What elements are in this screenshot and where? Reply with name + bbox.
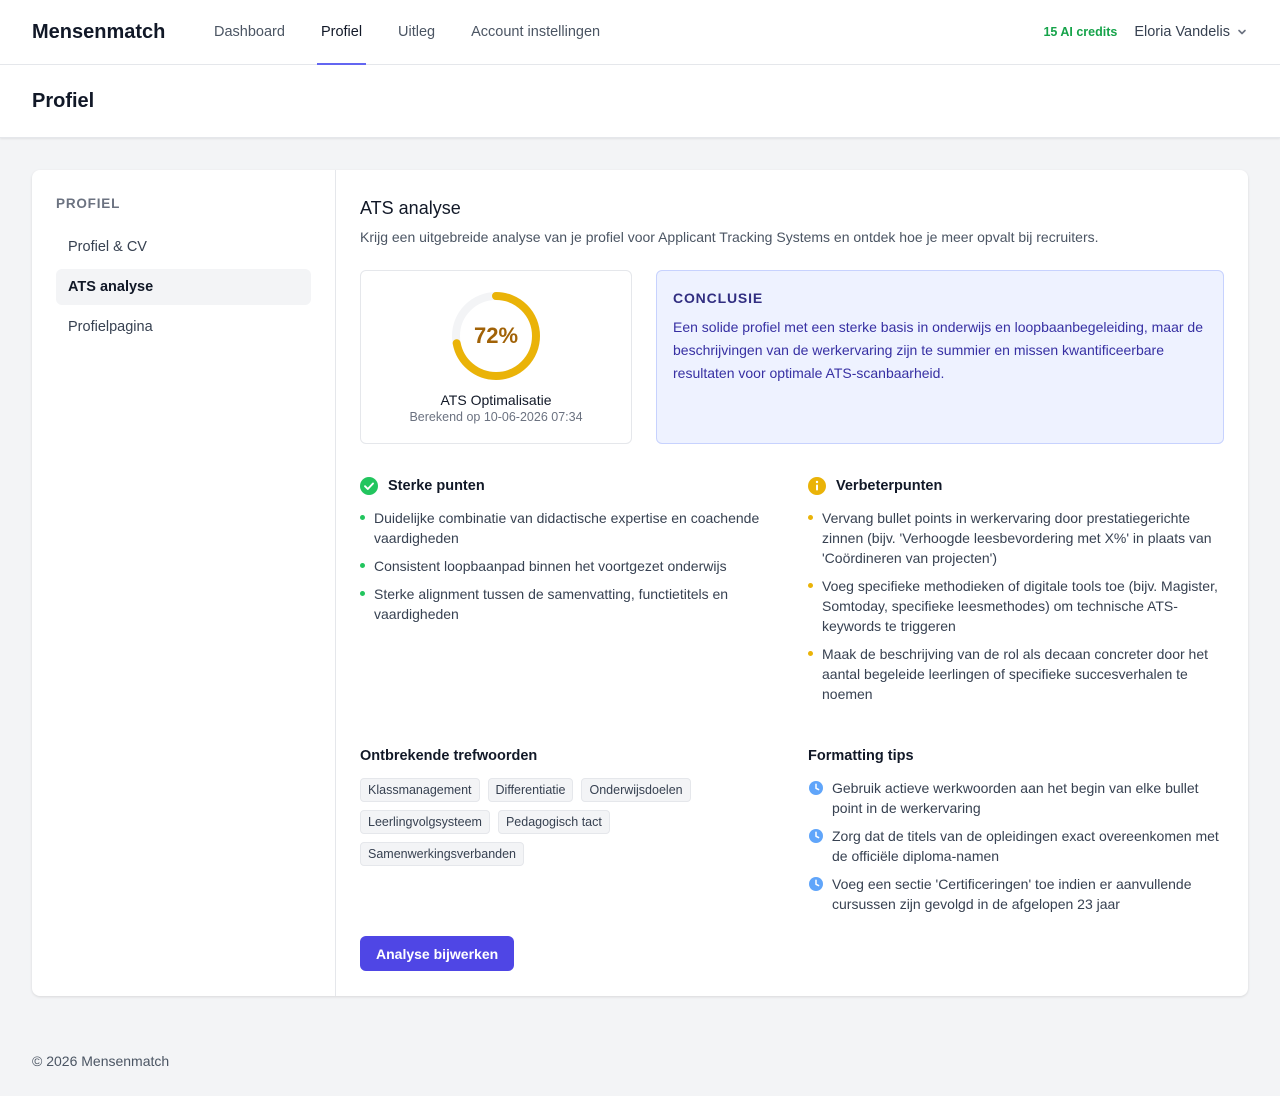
list-item: Sterke alignment tussen de samenvatting,… xyxy=(360,584,784,624)
strengths-list: Duidelijke combinatie van didactische ex… xyxy=(360,508,784,624)
list-item: Maak de beschrijving van de rol als deca… xyxy=(808,644,1224,704)
tips-section: Formatting tips Gebruik actieve werkwoor… xyxy=(808,746,1224,922)
conclusion-box: CONCLUSIE Een solide profiel met een ste… xyxy=(656,270,1224,444)
chevron-down-icon xyxy=(1238,29,1246,35)
nav-right: 15 AI credits Eloria Vandelis xyxy=(1043,24,1248,40)
nav-dashboard[interactable]: Dashboard xyxy=(210,0,289,64)
user-menu-button[interactable]: Eloria Vandelis xyxy=(1134,24,1248,40)
nav-profiel[interactable]: Profiel xyxy=(316,0,367,65)
keyword-tag: Leerlingvolgsysteem xyxy=(360,810,490,834)
conclusion-title: CONCLUSIE xyxy=(673,290,764,306)
keyword-tag: Pedagogisch tact xyxy=(497,810,610,834)
sidebar-item-profiel-cv[interactable]: Profiel & CV xyxy=(56,229,311,265)
tips-title: Formatting tips xyxy=(808,748,914,764)
keywords-tips-grid: Ontbrekende trefwoorden Klassmanagement … xyxy=(360,746,1224,922)
list-item: Gebruik actieve werkwoorden aan het begi… xyxy=(808,778,1224,818)
nav-account-instellingen[interactable]: Account instellingen xyxy=(467,0,604,64)
score-date: Berekend op 10-06-2026 07:34 xyxy=(409,410,583,424)
main-nav: Dashboard Profiel Uitleg Account instell… xyxy=(210,0,632,65)
list-item: Voeg specifieke methodieken of digitale … xyxy=(808,576,1224,636)
brand-logo[interactable]: Mensenmatch xyxy=(32,21,210,44)
keyword-tag: Differentiatie xyxy=(487,778,574,802)
strengths-title: Sterke punten xyxy=(388,478,485,494)
sidebar-item-profielpagina[interactable]: Profielpagina xyxy=(56,309,311,345)
summary-row: 72% ATS Optimalisatie Berekend op 10-06-… xyxy=(360,270,1224,444)
improvements-section: Verbeterpunten Vervang bullet points in … xyxy=(808,476,1224,712)
sidebar-item-ats-analyse[interactable]: ATS analyse xyxy=(56,269,311,305)
ats-analysis-panel: ATS analyse Krijg een uitgebreide analys… xyxy=(336,170,1248,996)
clock-icon xyxy=(808,780,824,818)
tip-text: Voeg een sectie 'Certificeringen' toe in… xyxy=(832,876,1192,912)
score-ring: 72% xyxy=(450,290,542,382)
footer-copyright: © 2026 Mensenmatch xyxy=(32,1053,170,1069)
conclusion-text: Een solide profiel met een sterke basis … xyxy=(673,319,1203,381)
user-name: Eloria Vandelis xyxy=(1134,24,1230,40)
keyword-tag: Klassmanagement xyxy=(360,778,480,802)
check-circle-icon xyxy=(360,477,378,495)
improvements-list: Vervang bullet points in werkervaring do… xyxy=(808,508,1224,704)
sidebar: PROFIEL Profiel & CV ATS analyse Profiel… xyxy=(32,170,336,996)
nav-uitleg[interactable]: Uitleg xyxy=(394,0,439,64)
clock-icon xyxy=(808,876,824,914)
list-item: Voeg een sectie 'Certificeringen' toe in… xyxy=(808,874,1224,914)
keyword-tag: Onderwijsdoelen xyxy=(581,778,691,802)
section-subtitle: Krijg een uitgebreide analyse van je pro… xyxy=(360,229,1099,245)
keyword-tag: Samenwerkingsverbanden xyxy=(360,842,525,866)
keywords-section: Ontbrekende trefwoorden Klassmanagement … xyxy=(360,746,784,922)
tips-list: Gebruik actieve werkwoorden aan het begi… xyxy=(808,778,1224,914)
keywords-title: Ontbrekende trefwoorden xyxy=(360,748,538,764)
score-card: 72% ATS Optimalisatie Berekend op 10-06-… xyxy=(360,270,632,444)
score-value: 72% xyxy=(473,323,519,348)
strengths-section: Sterke punten Duidelijke combinatie van … xyxy=(360,476,784,712)
list-item: Consistent loopbaanpad binnen het voortg… xyxy=(360,556,784,576)
page-title: Profiel xyxy=(32,89,95,112)
list-item: Vervang bullet points in werkervaring do… xyxy=(808,508,1224,568)
tip-text: Zorg dat de titels van de opleidingen ex… xyxy=(832,828,1219,864)
section-title: ATS analyse xyxy=(360,198,461,218)
clock-icon xyxy=(808,828,824,866)
tip-text: Gebruik actieve werkwoorden aan het begi… xyxy=(832,780,1199,816)
info-circle-icon xyxy=(808,477,826,495)
profile-card: PROFIEL Profiel & CV ATS analyse Profiel… xyxy=(32,170,1248,996)
keywords-list: Klassmanagement Differentiatie Onderwijs… xyxy=(360,778,740,866)
score-title: ATS Optimalisatie xyxy=(440,392,552,408)
list-item: Duidelijke combinatie van didactische ex… xyxy=(360,508,784,548)
update-analysis-button[interactable]: Analyse bijwerken xyxy=(360,936,515,971)
page-header: Profiel xyxy=(0,65,1280,138)
points-grid: Sterke punten Duidelijke combinatie van … xyxy=(360,476,1224,712)
ai-credits-badge: 15 AI credits xyxy=(1043,25,1118,39)
sidebar-title: PROFIEL xyxy=(56,196,121,211)
top-navbar: Mensenmatch Dashboard Profiel Uitleg Acc… xyxy=(0,0,1280,65)
improvements-title: Verbeterpunten xyxy=(836,478,943,494)
list-item: Zorg dat de titels van de opleidingen ex… xyxy=(808,826,1224,866)
